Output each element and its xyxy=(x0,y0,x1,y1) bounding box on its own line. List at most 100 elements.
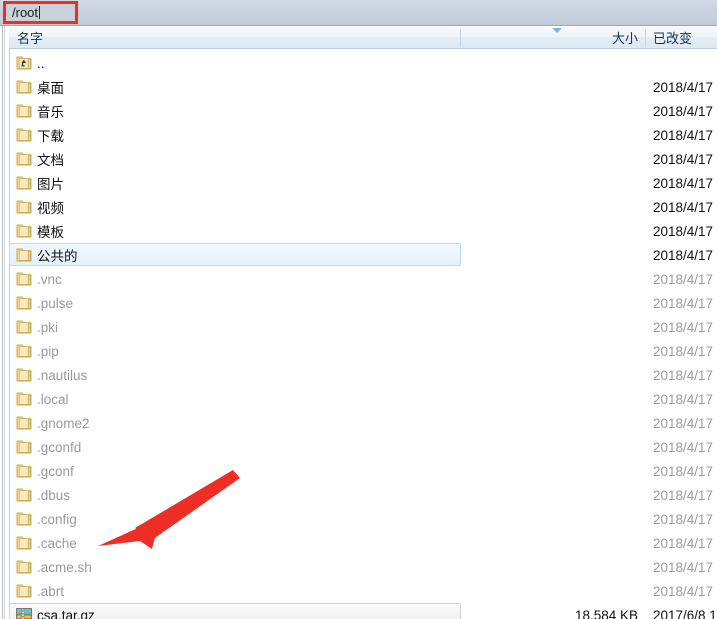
table-row[interactable]: 图片 2018/4/17 xyxy=(9,171,717,195)
cell-name[interactable]: .cache xyxy=(9,531,461,555)
file-name-label: .gnome2 xyxy=(37,415,90,431)
table-row[interactable]: 模板 2018/4/17 xyxy=(9,219,717,243)
cell-name[interactable]: .gconf xyxy=(9,459,461,483)
cell-date: 2018/4/17 xyxy=(653,559,714,575)
table-row[interactable]: 桌面 2018/4/17 xyxy=(9,75,717,99)
folder-icon xyxy=(16,344,32,359)
panel-splitter[interactable] xyxy=(0,26,9,619)
cell-name[interactable]: 文档 xyxy=(9,147,461,171)
cell-date: 2018/4/17 xyxy=(653,367,714,383)
cell-date: 2018/4/17 xyxy=(653,175,714,191)
cell-name[interactable]: .abrt xyxy=(9,579,461,603)
table-row[interactable]: 公共的 2018/4/17 xyxy=(9,243,717,267)
file-name-label: 音乐 xyxy=(37,105,64,120)
cell-date: 2018/4/17 xyxy=(653,127,714,143)
cell-name[interactable]: csa.tar.gz xyxy=(9,603,461,619)
cell-date: 2018/4/17 xyxy=(653,415,714,431)
folder-icon xyxy=(16,224,32,239)
cell-date: 2017/6/8 14 xyxy=(653,607,717,619)
table-row[interactable]: .nautilus 2018/4/17 xyxy=(9,363,717,387)
column-header-name[interactable]: 名字 xyxy=(9,27,461,48)
file-name-label: 公共的 xyxy=(37,249,78,264)
cell-date xyxy=(646,51,717,75)
table-row[interactable]: .. xyxy=(9,51,717,75)
cell-size xyxy=(461,483,646,507)
cell-size xyxy=(461,99,646,123)
cell-name[interactable]: 桌面 xyxy=(9,75,461,99)
cell-name[interactable]: 公共的 xyxy=(9,243,461,267)
table-row[interactable]: .gconfd 2018/4/17 xyxy=(9,435,717,459)
text-caret xyxy=(39,6,41,19)
table-row[interactable]: .gconf 2018/4/17 xyxy=(9,459,717,483)
file-name-label: 桌面 xyxy=(37,81,64,96)
table-row[interactable]: .gnome2 2018/4/17 xyxy=(9,411,717,435)
cell-name[interactable]: .nautilus xyxy=(9,363,461,387)
table-row[interactable]: .cache 2018/4/17 xyxy=(9,531,717,555)
table-row[interactable]: csa.tar.gz 18,584 KB 2017/6/8 14 xyxy=(9,603,717,619)
cell-name[interactable]: .local xyxy=(9,387,461,411)
table-row[interactable]: .pulse 2018/4/17 xyxy=(9,291,717,315)
table-row[interactable]: 文档 2018/4/17 xyxy=(9,147,717,171)
file-name-label: .gconfd xyxy=(37,439,82,455)
table-row[interactable]: .pki 2018/4/17 xyxy=(9,315,717,339)
cell-size xyxy=(461,411,646,435)
file-name-label: .config xyxy=(37,511,77,527)
cell-name[interactable]: .acme.sh xyxy=(9,555,461,579)
table-row[interactable]: .vnc 2018/4/17 xyxy=(9,267,717,291)
cell-size xyxy=(461,531,646,555)
cell-size xyxy=(461,267,646,291)
file-name-label: 视频 xyxy=(37,201,64,216)
file-name-label: 下载 xyxy=(37,129,64,144)
folder-icon xyxy=(16,488,32,503)
cell-date: 2018/4/17 xyxy=(653,79,714,95)
file-name-label: .abrt xyxy=(37,583,65,599)
folder-icon xyxy=(16,80,32,95)
folder-icon xyxy=(16,320,32,335)
cell-name[interactable]: .dbus xyxy=(9,483,461,507)
cell-name[interactable]: 下载 xyxy=(9,123,461,147)
file-list[interactable]: .. 桌面 2018/4/17 音乐 2018/4/17 下载 2018/4/17 文档… xyxy=(9,49,717,619)
folder-icon xyxy=(16,560,32,575)
table-row[interactable]: .dbus 2018/4/17 xyxy=(9,483,717,507)
file-name-label: .vnc xyxy=(37,271,62,287)
file-name-label: .pip xyxy=(37,343,59,359)
table-row[interactable]: 音乐 2018/4/17 xyxy=(9,99,717,123)
cell-name[interactable]: 图片 xyxy=(9,171,461,195)
folder-icon xyxy=(16,152,32,167)
cell-name[interactable]: .pki xyxy=(9,315,461,339)
cell-name[interactable]: .config xyxy=(9,507,461,531)
table-row[interactable]: 视频 2018/4/17 xyxy=(9,195,717,219)
folder-icon xyxy=(16,392,32,407)
file-name-label: 图片 xyxy=(37,177,64,192)
cell-name[interactable]: .vnc xyxy=(9,267,461,291)
cell-date: 2018/4/17 xyxy=(653,511,714,527)
folder-icon xyxy=(16,536,32,551)
cell-date: 2018/4/17 xyxy=(653,151,714,167)
table-row[interactable]: 下载 2018/4/17 xyxy=(9,123,717,147)
cell-name[interactable]: .. xyxy=(9,51,461,75)
cell-name[interactable]: .gnome2 xyxy=(9,411,461,435)
cell-name[interactable]: .gconfd xyxy=(9,435,461,459)
cell-date: 2018/4/17 xyxy=(653,535,714,551)
table-row[interactable]: .acme.sh 2018/4/17 xyxy=(9,555,717,579)
folder-icon xyxy=(16,416,32,431)
cell-name[interactable]: .pip xyxy=(9,339,461,363)
table-row[interactable]: .pip 2018/4/17 xyxy=(9,339,717,363)
cell-date: 2018/4/17 xyxy=(653,199,714,215)
cell-name[interactable]: 视频 xyxy=(9,195,461,219)
table-row[interactable]: .abrt 2018/4/17 xyxy=(9,579,717,603)
file-name-label: .cache xyxy=(37,535,77,551)
folder-icon xyxy=(16,464,32,479)
cell-name[interactable]: 音乐 xyxy=(9,99,461,123)
file-name-label: .dbus xyxy=(37,487,71,503)
cell-name[interactable]: 模板 xyxy=(9,219,461,243)
column-header-date[interactable]: 已改变 xyxy=(646,27,717,48)
table-row[interactable]: .config 2018/4/17 xyxy=(9,507,717,531)
cell-name[interactable]: .pulse xyxy=(9,291,461,315)
file-name-label: .pulse xyxy=(37,295,74,311)
file-name-label: .gconf xyxy=(37,463,74,479)
cell-size xyxy=(461,147,646,171)
table-row[interactable]: .local 2018/4/17 xyxy=(9,387,717,411)
cell-size xyxy=(461,459,646,483)
path-input[interactable]: /root xyxy=(6,3,74,22)
